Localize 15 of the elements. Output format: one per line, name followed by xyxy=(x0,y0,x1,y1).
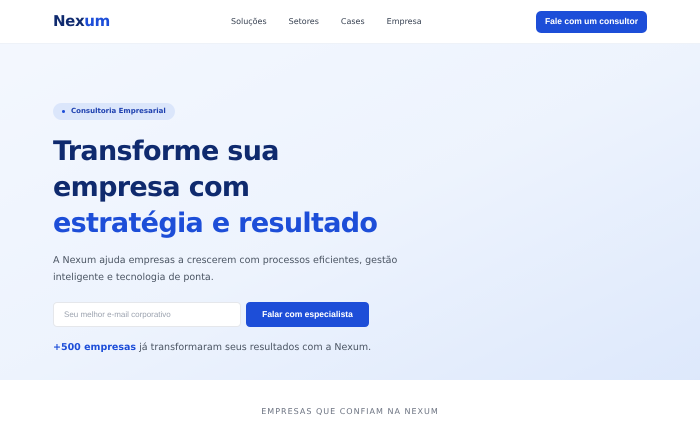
nav-link[interactable]: Empresa xyxy=(386,16,422,28)
clients-heading: EMPRESAS QUE CONFIAM NA NEXUM xyxy=(260,406,440,418)
social-proof-text: +500 empresas já transformaram seus resultados com a Nexum. xyxy=(53,341,372,355)
headline-line: Transforme sua xyxy=(53,135,280,169)
nav-link[interactable]: Soluções xyxy=(231,16,267,28)
email-field[interactable]: Seu melhor e-mail corporativo xyxy=(53,302,241,327)
submit-button[interactable]: Falar com especialista xyxy=(246,302,369,327)
headline-line: estratégia e resultado xyxy=(53,207,378,241)
hero-description: A Nexum ajuda empresas a crescerem com processos eficientes, gestão inteligente e tecnologia de ponta. xyxy=(53,254,398,285)
nav-link[interactable]: Cases xyxy=(340,16,365,28)
bullet-icon xyxy=(62,110,65,113)
nav-link[interactable]: Setores xyxy=(288,16,319,28)
consultant-button[interactable]: Fale com um consultor xyxy=(536,10,647,32)
logo[interactable]: Nexum xyxy=(53,10,231,33)
headline-line: empresa com xyxy=(53,171,250,205)
